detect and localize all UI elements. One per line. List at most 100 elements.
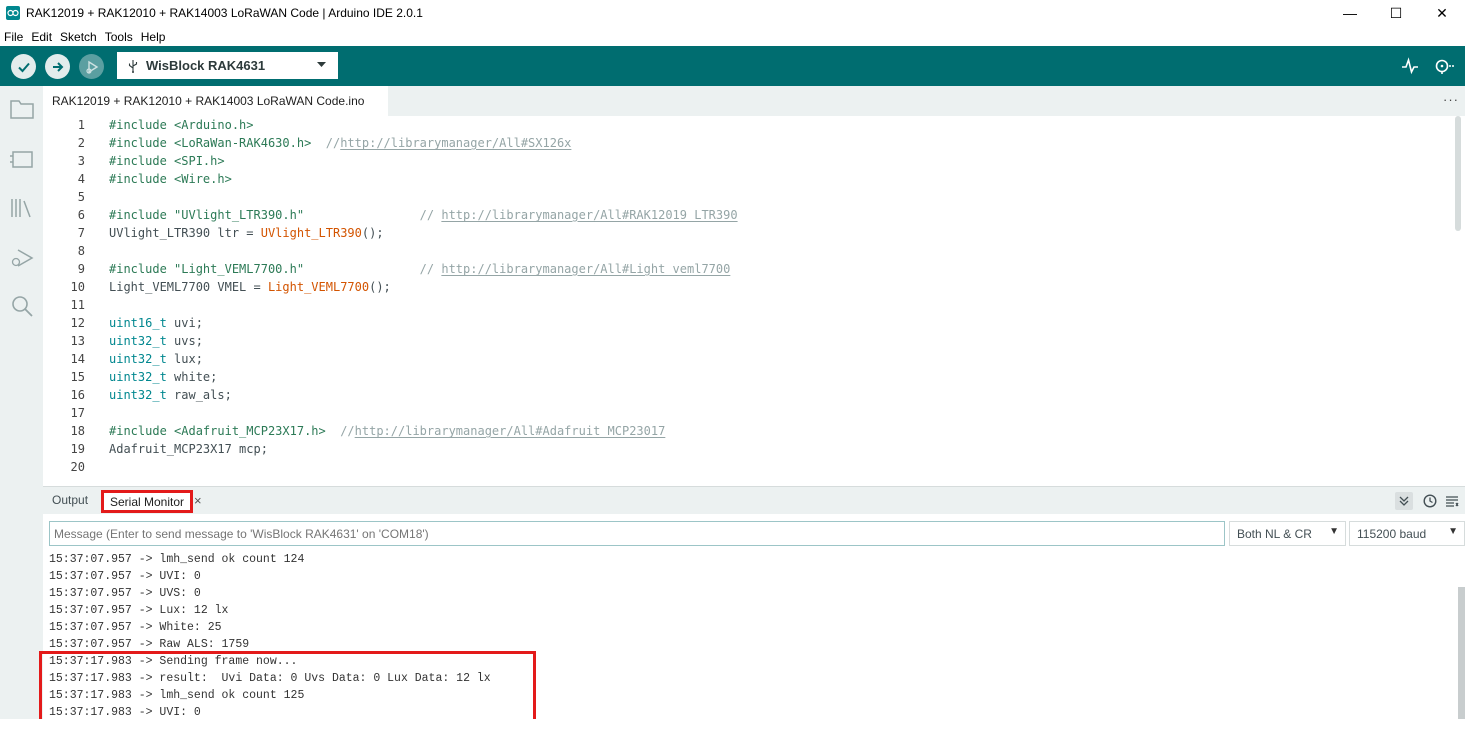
code-line[interactable]: 6 #include "UVlight_LTR390.h" // http://l… bbox=[43, 206, 1443, 224]
serial-output-line: 15:37:07.957 -> lmh_send ok count 124 bbox=[49, 553, 305, 566]
code-line[interactable]: 10 Light_VEML7700 VMEL = Light_VEML7700()… bbox=[43, 278, 1443, 296]
menu-sketch[interactable]: Sketch bbox=[60, 30, 97, 44]
serial-output-line: 15:37:07.957 -> Lux: 12 lx bbox=[49, 604, 229, 617]
code-line[interactable]: 7 UVlight_LTR390 ltr = UVlight_LTR390(); bbox=[43, 224, 1443, 242]
sketchbook-button[interactable] bbox=[10, 97, 34, 121]
editor-scrollbar[interactable] bbox=[1455, 116, 1461, 231]
code-token: uvs; bbox=[166, 334, 203, 348]
code-token: #include <LoRaWan-RAK4630.h> bbox=[109, 136, 312, 150]
board-selector[interactable]: WisBlock RAK4631 bbox=[117, 52, 338, 79]
search-button[interactable] bbox=[10, 294, 34, 318]
code-line[interactable]: 8 bbox=[43, 242, 1443, 260]
timestamp-toggle[interactable] bbox=[1421, 492, 1439, 510]
code-token: #include <Wire.h> bbox=[109, 172, 232, 186]
baud-rate-select[interactable]: 115200 baud ▼ bbox=[1349, 521, 1465, 546]
menu-edit[interactable]: Edit bbox=[31, 30, 52, 44]
code-token: uvi; bbox=[166, 316, 203, 330]
window-title: RAK12019 + RAK12010 + RAK14003 LoRaWAN C… bbox=[26, 6, 423, 20]
code-line[interactable]: 18 #include <Adafruit_MCP23X17.h> //http:… bbox=[43, 422, 1443, 440]
code-token: UVlight_LTR390 ltr = bbox=[109, 226, 261, 240]
library-manager-icon bbox=[11, 199, 31, 218]
code-line[interactable]: 17 bbox=[43, 404, 1443, 422]
line-number: 9 bbox=[77, 262, 85, 276]
menu-help[interactable]: Help bbox=[141, 30, 166, 44]
editor-tab-strip: RAK12019 + RAK12010 + RAK14003 LoRaWAN C… bbox=[43, 86, 1465, 116]
autoscroll-icon bbox=[1399, 496, 1409, 506]
serial-plotter-button[interactable] bbox=[1399, 55, 1421, 77]
code-line[interactable]: 19 Adafruit_MCP23X17 mcp; bbox=[43, 440, 1443, 458]
code-token: (); bbox=[369, 280, 391, 294]
maximize-button[interactable]: ☐ bbox=[1373, 0, 1419, 26]
code-token: UVlight_LTR390 bbox=[260, 226, 362, 240]
line-number: 2 bbox=[77, 136, 85, 150]
boards-manager-button[interactable] bbox=[10, 147, 34, 171]
line-ending-select[interactable]: Both NL & CR ▼ bbox=[1229, 521, 1346, 546]
code-line[interactable]: 16 uint32_t raw_als; bbox=[43, 386, 1443, 404]
panel-tab-strip: Output Serial Monitor × bbox=[43, 486, 1465, 514]
code-token: // bbox=[311, 136, 341, 150]
library-link[interactable]: http://librarymanager/All#Adafruit_MCP23… bbox=[355, 424, 666, 438]
serial-output-line: 15:37:07.957 -> UVS: 0 bbox=[49, 587, 201, 600]
debug-button[interactable] bbox=[79, 54, 104, 79]
code-text: uint16_t uvi; bbox=[109, 314, 203, 332]
verify-button[interactable] bbox=[11, 54, 36, 79]
code-token: uint32_t bbox=[109, 334, 167, 348]
code-line[interactable]: 1 #include <Arduino.h> bbox=[43, 116, 1443, 134]
activity-bar bbox=[0, 86, 43, 719]
code-text: #include "Light_VEML7700.h" // http://li… bbox=[109, 260, 730, 278]
code-line[interactable]: 12 uint16_t uvi; bbox=[43, 314, 1443, 332]
line-number: 1 bbox=[77, 118, 85, 132]
baud-rate-value: 115200 baud bbox=[1357, 526, 1427, 541]
line-number: 7 bbox=[77, 226, 85, 240]
library-link[interactable]: http://librarymanager/All#RAK12019_LTR39… bbox=[441, 208, 737, 222]
library-link[interactable]: http://librarymanager/All#SX126x bbox=[340, 136, 571, 150]
code-text: uint32_t lux; bbox=[109, 350, 203, 368]
library-link[interactable]: http://librarymanager/All#Light_veml7700 bbox=[441, 262, 730, 276]
minimize-button[interactable]: — bbox=[1327, 0, 1373, 26]
autoscroll-toggle[interactable] bbox=[1395, 492, 1413, 510]
serial-monitor-icon bbox=[1435, 59, 1454, 74]
code-text: #include <Arduino.h> bbox=[109, 116, 254, 134]
code-line[interactable]: 13 uint32_t uvs; bbox=[43, 332, 1443, 350]
code-line[interactable]: 20 bbox=[43, 458, 1443, 476]
menu-file[interactable]: File bbox=[4, 30, 23, 44]
line-number: 15 bbox=[70, 370, 85, 384]
verify-icon bbox=[17, 62, 30, 72]
serial-monitor-button[interactable] bbox=[1433, 55, 1455, 77]
serial-message-input[interactable] bbox=[49, 521, 1225, 546]
line-number: 13 bbox=[70, 334, 85, 348]
code-line[interactable]: 3 #include <SPI.h> bbox=[43, 152, 1443, 170]
library-manager-button[interactable] bbox=[10, 196, 34, 220]
debug-panel-button[interactable] bbox=[10, 246, 34, 270]
status-strip bbox=[0, 719, 1465, 732]
code-line[interactable]: 9 #include "Light_VEML7700.h" // http://l… bbox=[43, 260, 1443, 278]
code-line[interactable]: 4 #include <Wire.h> bbox=[43, 170, 1443, 188]
line-number: 17 bbox=[70, 406, 85, 420]
code-line[interactable]: 2 #include <LoRaWan-RAK4630.h> //http://l… bbox=[43, 134, 1443, 152]
code-token: uint16_t bbox=[109, 316, 167, 330]
code-line[interactable]: 14 uint32_t lux; bbox=[43, 350, 1443, 368]
close-window-button[interactable]: ✕ bbox=[1419, 0, 1465, 26]
debug-icon bbox=[85, 60, 98, 74]
upload-icon bbox=[52, 61, 63, 72]
tab-output[interactable]: Output bbox=[52, 493, 88, 507]
serial-scrollbar[interactable] bbox=[1458, 587, 1465, 719]
code-line[interactable]: 11 bbox=[43, 296, 1443, 314]
debug-sidebar-icon bbox=[11, 249, 34, 267]
code-token: uint32_t bbox=[109, 370, 167, 384]
code-line[interactable]: 5 bbox=[43, 188, 1443, 206]
upload-button[interactable] bbox=[45, 54, 70, 79]
clear-output-button[interactable] bbox=[1443, 492, 1461, 510]
sketchbook-folder-icon bbox=[10, 100, 34, 119]
usb-icon bbox=[128, 59, 138, 73]
tab-sketch-file[interactable]: RAK12019 + RAK12010 + RAK14003 LoRaWAN C… bbox=[43, 86, 388, 116]
code-text: #include <SPI.h> bbox=[109, 152, 225, 170]
menu-tools[interactable]: Tools bbox=[105, 30, 133, 44]
close-serial-tab-button[interactable]: × bbox=[194, 493, 202, 508]
tab-serial-monitor[interactable]: Serial Monitor bbox=[101, 490, 194, 513]
serial-output-line: 15:37:07.957 -> UVI: 0 bbox=[49, 570, 201, 583]
more-actions-button[interactable]: ··· bbox=[1443, 92, 1459, 107]
toolbar: WisBlock RAK4631 bbox=[0, 46, 1465, 86]
code-line[interactable]: 15 uint32_t white; bbox=[43, 368, 1443, 386]
code-editor[interactable]: 1 #include <Arduino.h> 2 #include <LoRaWan-… bbox=[43, 116, 1465, 485]
